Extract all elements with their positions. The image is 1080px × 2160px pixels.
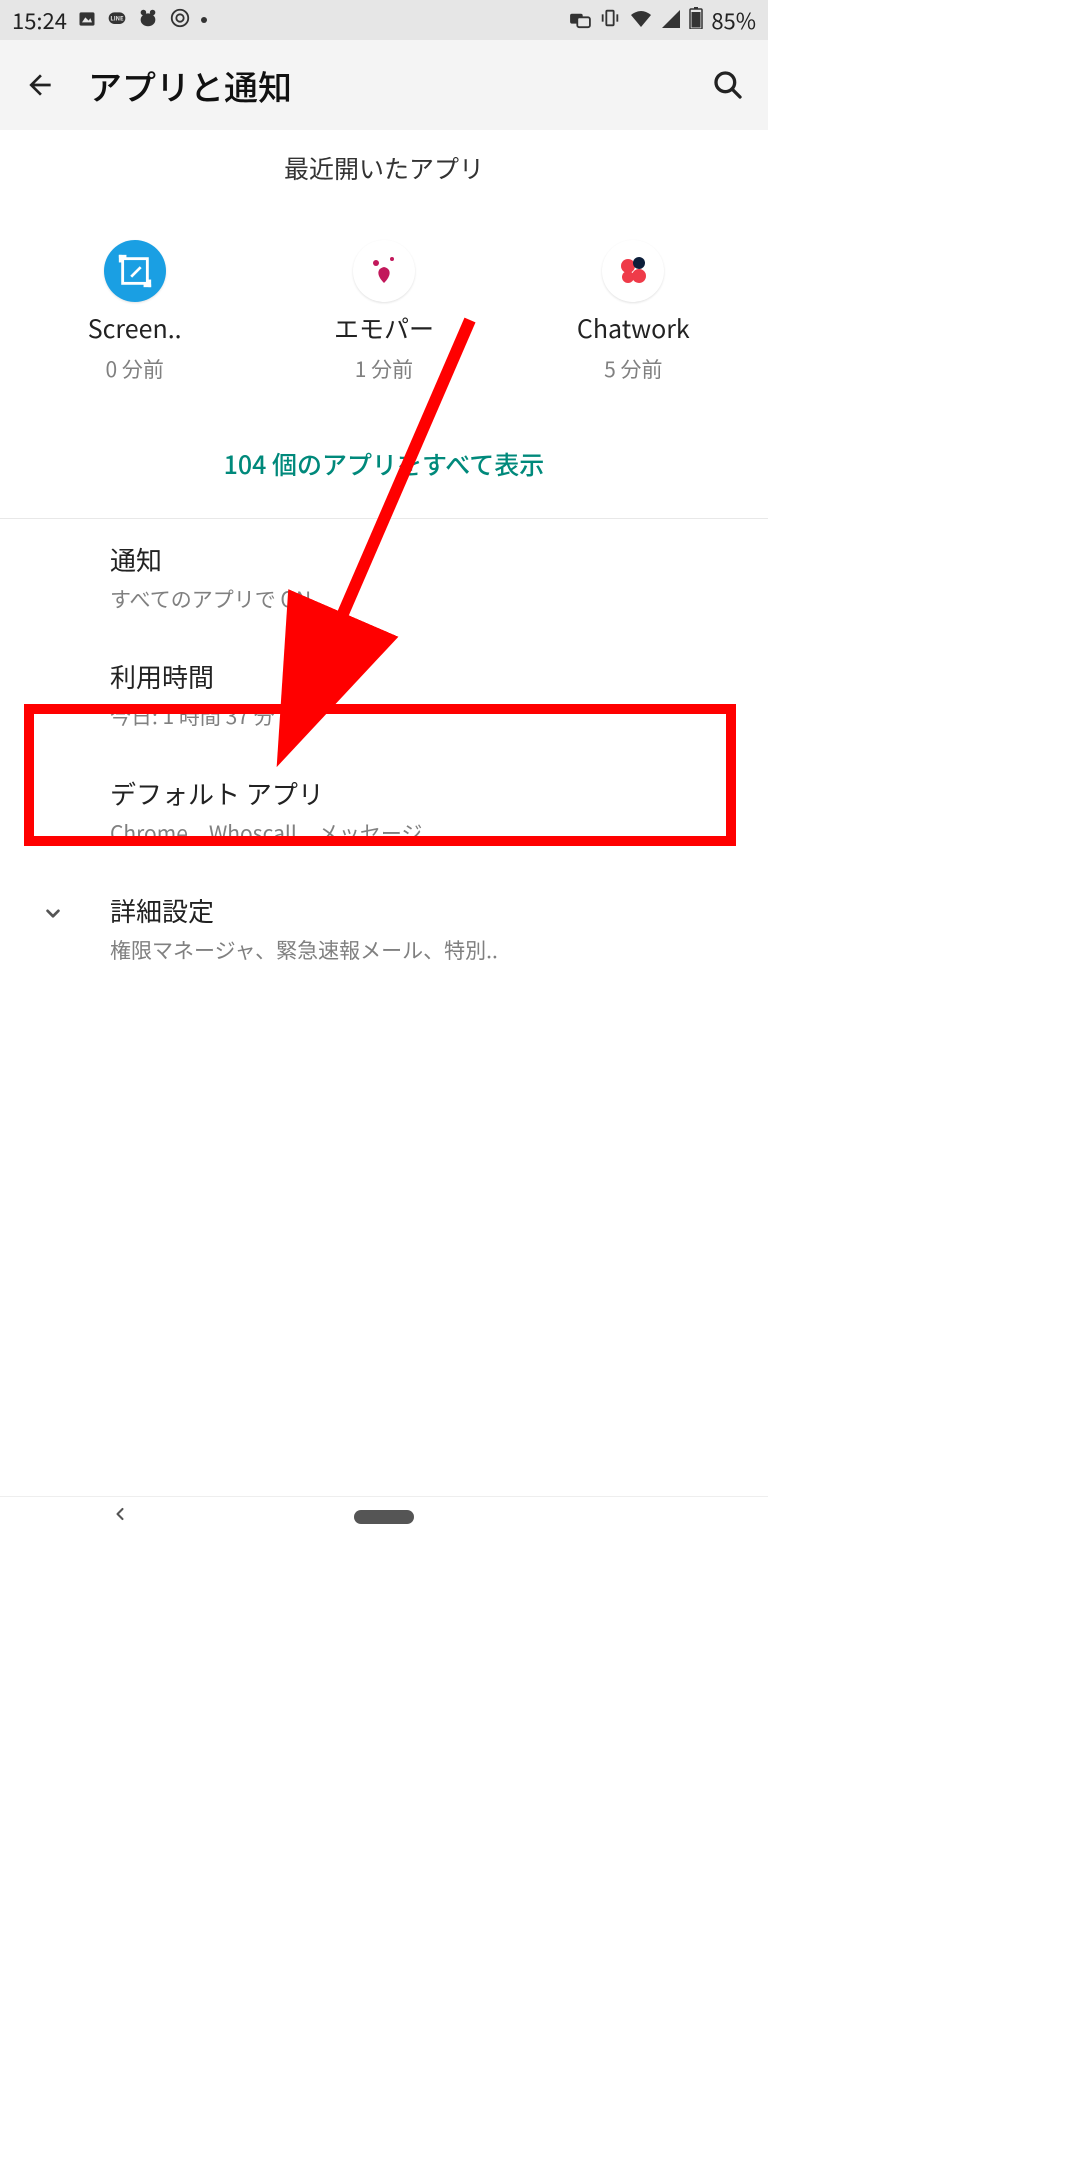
app-name-label: Chatwork (577, 310, 690, 346)
app-name-label: エモパー (334, 310, 434, 346)
nav-back-button[interactable] (110, 1504, 130, 1529)
signal-icon (661, 6, 681, 35)
app-icon-emopa (353, 240, 415, 302)
app-name-label: Screen.. (88, 310, 182, 346)
recent-app-chatwork[interactable]: Chatwork 5 分前 (533, 240, 733, 384)
setting-notifications[interactable]: 通知 すべてのアプリで ON (0, 519, 768, 636)
recent-apps-section: 最近開いたアプリ Screen.. 0 分前 エモパー 1 分前 (0, 130, 768, 519)
app-icon-chatwork (602, 240, 664, 302)
bear-icon (137, 6, 159, 35)
nav-home-pill[interactable] (354, 1510, 414, 1524)
translate-icon (569, 6, 591, 35)
battery-percent: 85% (711, 4, 756, 36)
arrow-back-icon (24, 69, 56, 101)
setting-screen-time[interactable]: 利用時間 今日: 1 時間 37 分 (0, 636, 768, 753)
setting-advanced[interactable]: 詳細設定 権限マネージャ、緊急速報メール、特別.. (0, 870, 768, 987)
app-time-label: 1 分前 (355, 354, 413, 384)
setting-default-apps[interactable]: デフォルト アプリ Chrome、Whoscall、メッセージ (0, 753, 768, 870)
status-left: 15:24 LINE (12, 4, 207, 36)
setting-subtitle: Chrome、Whoscall、メッセージ (110, 818, 748, 848)
status-right: 85% (569, 4, 756, 36)
setting-title: 利用時間 (110, 658, 748, 695)
setting-title: デフォルト アプリ (110, 775, 748, 812)
recent-apps-row: Screen.. 0 分前 エモパー 1 分前 Chatwork 5 分前 (0, 240, 768, 422)
recent-app-emopa[interactable]: エモパー 1 分前 (284, 240, 484, 384)
app-icon-screenshot (104, 240, 166, 302)
page-title: アプリと通知 (88, 61, 680, 110)
setting-subtitle: すべてのアプリで ON (110, 584, 748, 614)
chevron-down-icon (40, 900, 66, 931)
svg-text:LINE: LINE (110, 13, 124, 22)
app-time-label: 5 分前 (604, 354, 662, 384)
status-time: 15:24 (12, 4, 67, 36)
gallery-icon (77, 6, 97, 35)
more-notifications-icon (201, 17, 207, 23)
line-icon: LINE (107, 6, 127, 35)
setting-title: 通知 (110, 541, 748, 578)
search-icon (712, 69, 744, 101)
system-nav-bar (0, 1496, 768, 1536)
setting-subtitle: 今日: 1 時間 37 分 (110, 701, 748, 731)
wifi-icon (629, 6, 653, 35)
setting-title: 詳細設定 (110, 892, 748, 929)
setting-subtitle: 権限マネージャ、緊急速報メール、特別.. (110, 935, 748, 965)
see-all-apps-button[interactable]: 104 個のアプリをすべて表示 (0, 422, 768, 510)
app-bar: アプリと通知 (0, 40, 768, 130)
back-button[interactable] (20, 65, 60, 105)
search-button[interactable] (708, 65, 748, 105)
at-icon (169, 6, 191, 35)
vibrate-icon (599, 6, 621, 35)
battery-icon (689, 6, 703, 35)
app-time-label: 0 分前 (105, 354, 163, 384)
recent-apps-heading: 最近開いたアプリ (0, 150, 768, 186)
status-bar: 15:24 LINE 85% (0, 0, 768, 40)
recent-app-screenshot[interactable]: Screen.. 0 分前 (35, 240, 235, 384)
